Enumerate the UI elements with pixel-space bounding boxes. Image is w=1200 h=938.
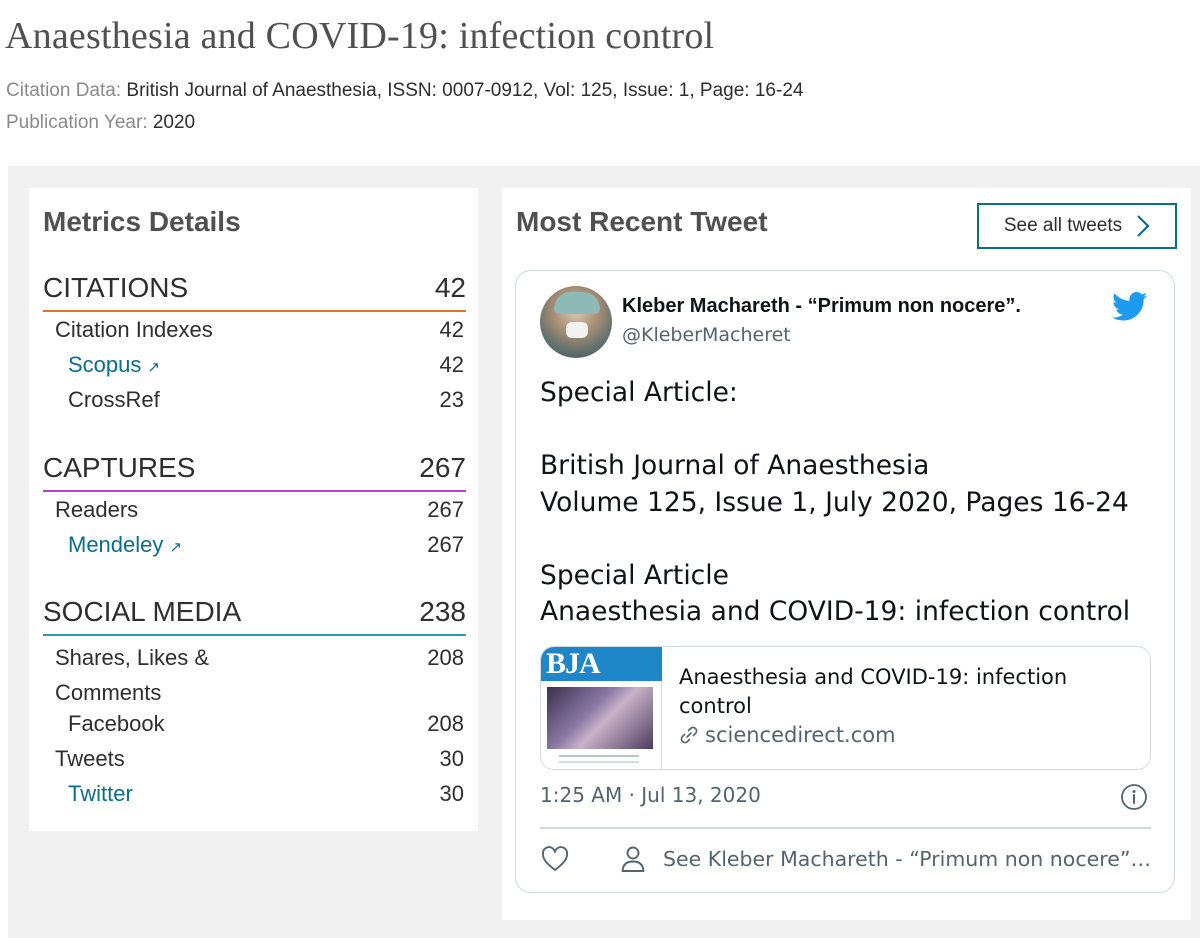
captures-label: CAPTURES [43, 452, 196, 483]
tweet-panel-heading: Most Recent Tweet [516, 206, 768, 237]
tweet-author-name[interactable]: Kleber Machareth - “Primum non nocere”. [622, 295, 1021, 318]
metric-value: 23 [439, 386, 464, 412]
social-media-section: SOCIAL MEDIA 238 Shares, Likes & Comment… [43, 594, 466, 811]
citations-section: CITATIONS 42 Citation Indexes 42 Scopus ↗… [43, 270, 466, 417]
captures-header: CAPTURES 267 [43, 450, 466, 492]
publication-year-value: 2020 [152, 112, 196, 133]
embedded-tweet[interactable]: Kleber Machareth - “Primum non nocere”. … [515, 270, 1175, 893]
social-media-value: 238 [419, 596, 466, 627]
metric-value: 42 [439, 351, 464, 377]
metric-row-scopus[interactable]: Scopus ↗ 42 [43, 347, 466, 382]
link-icon [680, 726, 698, 744]
metric-value: 267 [427, 496, 464, 522]
external-link-icon: ↗ [169, 538, 182, 556]
metric-row-facebook: Facebook 208 [43, 706, 466, 741]
citation-data-value: British Journal of Anaesthesia, ISSN: 00… [126, 80, 804, 101]
citation-data: Citation Data: British Journal of Anaest… [6, 80, 803, 102]
metric-label: Facebook [68, 710, 165, 736]
metrics-heading: Metrics Details [43, 206, 241, 237]
avatar-mask [566, 322, 588, 338]
metric-value: 30 [439, 745, 464, 771]
link-preview-card[interactable]: BJA Anaesthesia and COVID-19: infection … [540, 646, 1151, 770]
info-icon[interactable] [1120, 783, 1148, 811]
tweet-timestamp[interactable]: 1:25 AM · Jul 13, 2020 [540, 783, 761, 807]
page-title: Anaesthesia and COVID-19: infection cont… [5, 15, 715, 57]
tweet-text: Special Article: British Journal of Anae… [540, 377, 1131, 627]
publication-year-label: Publication Year: [6, 112, 148, 133]
most-recent-tweet-panel: Most Recent Tweet See all tweets Kleber … [502, 188, 1191, 920]
metric-value: 208 [427, 645, 464, 670]
metric-row-mendeley[interactable]: Mendeley ↗ 267 [43, 527, 466, 562]
heart-icon[interactable] [540, 845, 570, 873]
metric-label: CrossRef [68, 386, 160, 412]
scopus-link[interactable]: Scopus ↗ [68, 352, 160, 378]
link-preview-domain[interactable]: sciencedirect.com [679, 723, 896, 747]
metric-value: 267 [427, 531, 464, 557]
metric-row-readers: Readers 267 [43, 492, 466, 527]
cover-logo-text: BJA [546, 647, 601, 680]
metric-row-shares-likes-comments: Shares, Likes & Comments 208 [43, 636, 466, 706]
avatar[interactable] [540, 286, 612, 358]
avatar-cap [554, 292, 600, 314]
cover-image [547, 687, 653, 749]
see-all-tweets-button[interactable]: See all tweets [977, 203, 1177, 249]
metric-row-tweets: Tweets 30 [43, 741, 466, 776]
link-preview-title[interactable]: Anaesthesia and COVID-19: infection cont… [679, 663, 1129, 721]
metric-label: Shares, Likes & Comments [55, 645, 210, 705]
metric-value: 30 [439, 780, 464, 806]
scopus-link-text[interactable]: Scopus [68, 352, 141, 377]
cover-text-lines [559, 755, 639, 763]
metrics-details-panel: Metrics Details CITATIONS 42 Citation In… [29, 188, 478, 831]
metric-label: Citation Indexes [55, 316, 213, 342]
journal-cover-thumbnail: BJA [541, 647, 662, 769]
captures-section: CAPTURES 267 Readers 267 Mendeley ↗ 267 [43, 450, 466, 562]
tweet-divider [540, 827, 1151, 829]
chevron-right-icon [1137, 215, 1150, 237]
publication-year: Publication Year: 2020 [6, 112, 195, 134]
see-other-tweets-link[interactable]: See Kleber Machareth - “Primum non nocer… [663, 847, 1151, 871]
twitter-link[interactable]: Twitter [68, 781, 133, 807]
mendeley-link[interactable]: Mendeley ↗ [68, 532, 182, 558]
metric-value: 42 [439, 316, 464, 342]
metric-row-citation-indexes: Citation Indexes 42 [43, 312, 466, 347]
user-icon[interactable] [620, 845, 646, 873]
citation-data-label: Citation Data: [6, 80, 122, 101]
citations-header: CITATIONS 42 [43, 270, 466, 312]
metric-row-crossref: CrossRef 23 [43, 382, 466, 417]
citations-label: CITATIONS [43, 272, 189, 303]
citations-value: 42 [434, 272, 466, 303]
metric-value: 208 [427, 710, 464, 736]
see-all-tweets-label[interactable]: See all tweets [1004, 215, 1122, 237]
metric-label: Tweets [55, 745, 125, 771]
external-link-icon: ↗ [147, 358, 160, 376]
social-media-header: SOCIAL MEDIA 238 [43, 594, 466, 636]
twitter-bird-icon[interactable] [1112, 291, 1148, 323]
metric-label: Readers [55, 496, 139, 522]
social-media-label: SOCIAL MEDIA [43, 596, 242, 627]
mendeley-link-text[interactable]: Mendeley [68, 532, 163, 557]
link-domain-text[interactable]: sciencedirect.com [705, 723, 896, 747]
captures-value: 267 [419, 452, 466, 483]
tweet-author-handle[interactable]: @KleberMacheret [622, 324, 791, 346]
metric-row-twitter[interactable]: Twitter 30 [43, 776, 466, 811]
